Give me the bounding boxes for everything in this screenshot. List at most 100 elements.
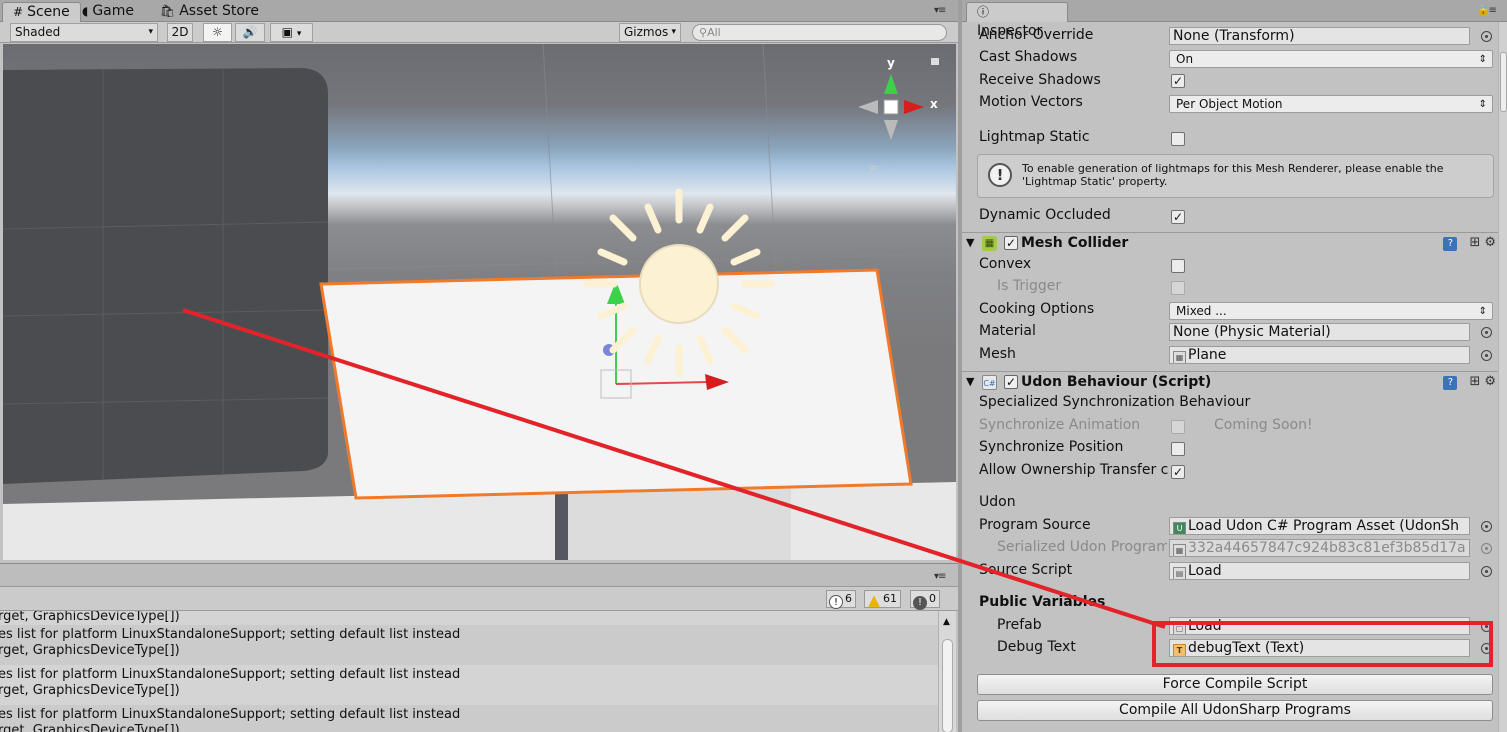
public-variables-heading: Public Variables xyxy=(979,594,1106,610)
scene-search-input[interactable]: ⚲All xyxy=(692,24,947,41)
console-toolbar: ! 6 ▲ 61 ! 0 xyxy=(0,587,958,611)
receive-shadows-checkbox[interactable]: ✓ xyxy=(1171,74,1185,88)
source-script-field[interactable]: ▤ Load xyxy=(1169,562,1470,580)
panel-menu-icon[interactable]: ▾≡ xyxy=(934,5,946,16)
lightmap-static-checkbox[interactable] xyxy=(1171,132,1185,146)
object-picker-icon[interactable] xyxy=(1481,521,1492,532)
preset-icon[interactable]: ⊞ xyxy=(1469,374,1480,389)
info-icon: ! xyxy=(988,163,1012,187)
udon-behaviour-header[interactable]: ▼ C# ✓ Udon Behaviour (Script) ? ⊞ ⚙ xyxy=(962,371,1498,393)
scroll-thumb[interactable] xyxy=(942,639,953,732)
motion-vectors-dropdown[interactable]: Per Object Motion ⇕ xyxy=(1169,95,1493,113)
log-entry[interactable]: es list for platform LinuxStandaloneSupp… xyxy=(0,705,938,732)
object-picker-icon[interactable] xyxy=(1481,31,1492,42)
scene-toolbar: Shaded ▾ 2D ☼ 🔊 ▣ ▾ Gizmos ▾ ⚲All xyxy=(0,22,958,43)
compile-all-button[interactable]: Compile All UdonSharp Programs xyxy=(977,700,1493,721)
is-trigger-label: Is Trigger xyxy=(997,278,1062,294)
cooking-options-dropdown[interactable]: Mixed ... ⇕ xyxy=(1169,302,1493,320)
warning-count-toggle[interactable]: ▲ 61 xyxy=(864,590,901,608)
scroll-thumb[interactable] xyxy=(1500,52,1507,112)
log-entry[interactable]: es list for platform LinuxStandaloneSupp… xyxy=(0,665,938,705)
cast-shadows-dropdown[interactable]: On ⇕ xyxy=(1169,50,1493,68)
pacman-icon: ◖ xyxy=(82,4,89,18)
allow-ownership-checkbox[interactable]: ✓ xyxy=(1171,465,1185,479)
mesh-grid-icon: ▦ xyxy=(1173,351,1186,363)
tab-scene[interactable]: # Scene xyxy=(2,2,81,22)
convex-label: Convex xyxy=(979,256,1032,272)
audio-toggle-button[interactable]: 🔊 xyxy=(235,23,265,42)
motion-vectors-label: Motion Vectors xyxy=(979,94,1083,110)
log-entry[interactable]: es list for platform LinuxStandaloneSupp… xyxy=(0,625,938,665)
inspector-scrollbar[interactable] xyxy=(1498,22,1507,732)
asset-icon: ▦ xyxy=(1173,544,1186,556)
anchor-override-label: Anchor Override xyxy=(979,27,1094,43)
orientation-gizmo xyxy=(858,74,924,140)
udon-behaviour-enabled-checkbox[interactable]: ✓ xyxy=(1004,375,1018,389)
allow-ownership-label: Allow Ownership Transfer c xyxy=(979,462,1169,478)
console-scrollbar[interactable]: ▲ xyxy=(938,611,956,732)
dropdown-arrow-icon: ⇕ xyxy=(1478,306,1487,317)
hash-icon: # xyxy=(13,5,24,19)
effects-dropdown[interactable]: ▣ ▾ xyxy=(270,23,313,42)
persp-menu-icon: ≡ xyxy=(869,162,878,175)
warning-icon: ▲ xyxy=(868,591,880,609)
preset-icon[interactable]: ⊞ xyxy=(1469,235,1480,250)
tab-game[interactable]: ◖ Game xyxy=(72,2,144,22)
convex-checkbox[interactable] xyxy=(1171,259,1185,273)
sync-position-checkbox[interactable] xyxy=(1171,442,1185,456)
anchor-override-field[interactable]: None (Transform) xyxy=(1169,27,1470,45)
lighting-toggle-button[interactable]: ☼ xyxy=(203,23,232,42)
gizmo-axis-y-label: y xyxy=(887,56,895,70)
lightmap-static-label: Lightmap Static xyxy=(979,129,1090,145)
scroll-up-icon[interactable]: ▲ xyxy=(943,617,950,627)
error-count-toggle[interactable]: ! 0 xyxy=(910,590,940,610)
inspector-tabbar: ⓘInspector 🔒≡ xyxy=(962,0,1507,39)
gear-icon[interactable]: ⚙ xyxy=(1484,235,1496,250)
gizmos-dropdown[interactable]: Gizmos ▾ xyxy=(619,23,681,42)
object-picker-icon[interactable] xyxy=(1481,350,1492,361)
collapse-arrow-icon[interactable]: ▼ xyxy=(966,236,974,249)
material-label: Material xyxy=(979,323,1036,339)
sync-animation-label: Synchronize Animation xyxy=(979,417,1141,433)
cooking-options-label: Cooking Options xyxy=(979,301,1095,317)
help-book-icon[interactable]: ? xyxy=(1443,376,1458,390)
mesh-collider-enabled-checkbox[interactable]: ✓ xyxy=(1004,236,1018,250)
debug-text-label: Debug Text xyxy=(997,639,1076,655)
dropdown-arrow-icon: ▾ xyxy=(671,27,676,37)
program-source-label: Program Source xyxy=(979,517,1091,533)
sync-heading: Specialized Synchronization Behaviour xyxy=(979,394,1251,410)
mesh-collider-header[interactable]: ▼ ▦ ✓ Mesh Collider ? ⊞ ⚙ xyxy=(962,232,1498,254)
program-source-field[interactable]: U Load Udon C# Program Asset (UdonSh xyxy=(1169,517,1470,535)
panel-menu-icon[interactable]: ▾≡ xyxy=(934,571,946,582)
object-picker-icon[interactable] xyxy=(1481,566,1492,577)
log-entry[interactable]: rget, GraphicsDeviceType[]) xyxy=(0,611,938,625)
force-compile-button[interactable]: Force Compile Script xyxy=(977,674,1493,695)
scene-viewport[interactable]: y x ≡ xyxy=(3,44,956,560)
tab-inspector[interactable]: ⓘInspector xyxy=(966,2,1068,39)
toggle-2d-button[interactable]: 2D xyxy=(167,23,193,42)
console-panel: ▾≡ ! 6 ▲ 61 ! 0 rget, GraphicsDeviceType[])… xyxy=(0,563,958,732)
gear-icon[interactable]: ⚙ xyxy=(1484,374,1496,389)
info-count-toggle[interactable]: ! 6 xyxy=(826,590,856,609)
scene-tabbar: # Scene ◖ Game 🛍 Asset Store ▾≡ xyxy=(0,0,958,22)
error-icon: ! xyxy=(913,596,927,610)
mesh-label: Mesh xyxy=(979,346,1016,362)
object-picker-icon[interactable] xyxy=(1481,327,1492,338)
dark-wall-object xyxy=(3,68,328,484)
shading-mode-dropdown[interactable]: Shaded ▾ xyxy=(10,23,158,42)
lightmap-help-box: ! To enable generation of lightmaps for … xyxy=(977,154,1494,198)
script-icon: ▤ xyxy=(1173,567,1186,579)
serialized-program-label: Serialized Udon Program xyxy=(997,539,1167,555)
help-book-icon[interactable]: ? xyxy=(1443,237,1458,251)
collapse-arrow-icon[interactable]: ▼ xyxy=(966,375,974,388)
tab-asset-store[interactable]: 🛍 Asset Store xyxy=(150,2,269,22)
console-log-list: rget, GraphicsDeviceType[]) es list for … xyxy=(0,611,938,732)
lock-icon[interactable]: 🔒≡ xyxy=(1477,5,1497,16)
material-field[interactable]: None (Physic Material) xyxy=(1169,323,1470,341)
dynamic-occluded-checkbox[interactable]: ✓ xyxy=(1171,210,1185,224)
udon-asset-icon: U xyxy=(1173,522,1186,534)
mesh-field[interactable]: ▦ Plane xyxy=(1169,346,1470,364)
script-icon: C# xyxy=(982,375,997,390)
console-header: ▾≡ xyxy=(0,564,958,587)
cast-shadows-label: Cast Shadows xyxy=(979,49,1078,65)
